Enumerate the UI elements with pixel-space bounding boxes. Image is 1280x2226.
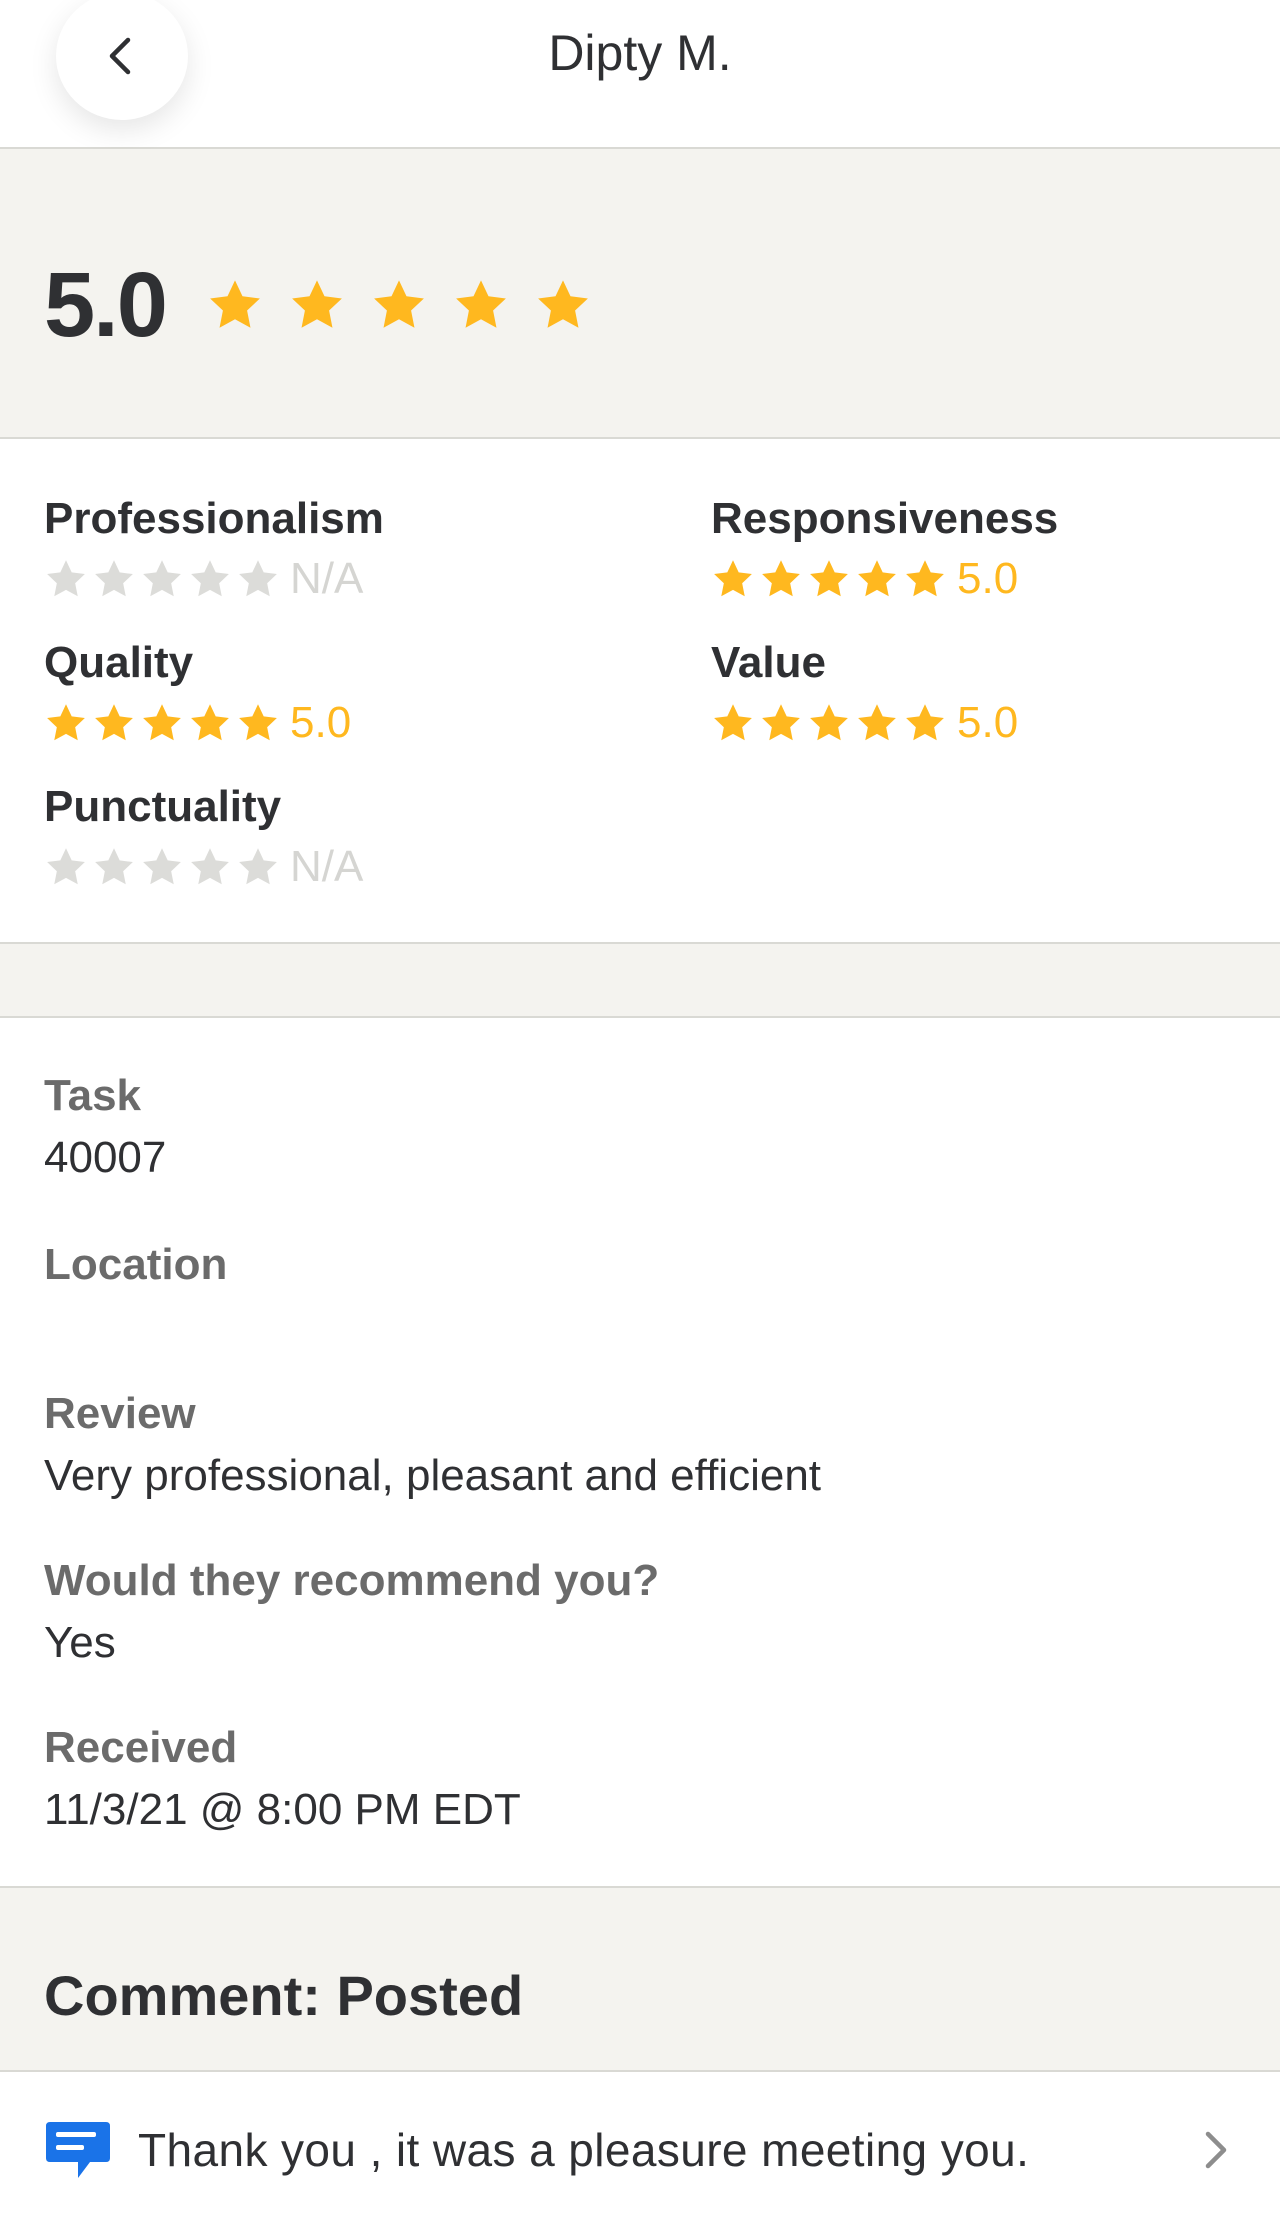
rating-breakdown: Professionalism N/A Responsiveness 5.0 Q… — [0, 439, 1280, 944]
metric-stars — [711, 557, 947, 601]
task-label: Task — [44, 1071, 142, 1120]
metric-responsiveness: Responsiveness 5.0 — [711, 497, 1058, 601]
star-filled-icon — [191, 704, 229, 741]
star-filled-icon — [538, 280, 588, 328]
metric-stars — [44, 701, 280, 745]
message-icon — [46, 2122, 110, 2178]
comment-row[interactable]: Thank you , it was a pleasure meeting yo… — [0, 2072, 1280, 2226]
star-empty-icon — [47, 848, 85, 885]
star-filled-icon — [374, 280, 424, 328]
metric-label: Quality — [44, 638, 194, 687]
metric-stars — [711, 701, 947, 745]
metric-value: 5.0 — [957, 698, 1019, 747]
metric-label: Professionalism — [44, 494, 384, 543]
star-filled-icon — [714, 704, 752, 741]
metric-value: N/A — [290, 554, 364, 603]
star-empty-icon — [239, 560, 277, 597]
star-filled-icon — [210, 280, 260, 328]
star-empty-icon — [191, 560, 229, 597]
metric-value: 5.0 — [290, 698, 352, 747]
recommend-detail: Would they recommend you? Yes — [44, 1559, 659, 1665]
chevron-right-icon — [1205, 2131, 1227, 2169]
star-empty-icon — [143, 560, 181, 597]
task-detail: Task 40007 — [44, 1074, 166, 1180]
star-filled-icon — [810, 560, 848, 597]
metric-punctuality: Punctuality N/A — [44, 785, 363, 889]
received-value: 11/3/21 @ 8:00 PM EDT — [44, 1785, 521, 1834]
task-value: 40007 — [44, 1133, 167, 1182]
star-filled-icon — [858, 560, 896, 597]
overall-score: 5.0 — [44, 254, 168, 356]
star-filled-icon — [858, 704, 896, 741]
star-empty-icon — [95, 560, 133, 597]
metric-label: Value — [711, 638, 826, 687]
star-filled-icon — [292, 280, 342, 328]
recommend-value: Yes — [44, 1618, 116, 1667]
star-empty-icon — [191, 848, 229, 885]
star-filled-icon — [95, 704, 133, 741]
star-filled-icon — [906, 560, 944, 597]
location-label: Location — [44, 1240, 228, 1289]
metric-value: 5.0 — [957, 554, 1019, 603]
star-empty-icon — [239, 848, 277, 885]
review-details: Task 40007 Location Review Very professi… — [0, 1018, 1280, 1888]
metric-label: Punctuality — [44, 782, 282, 831]
metric-stars — [44, 557, 280, 601]
comment-status-title: Comment: Posted — [44, 1964, 524, 2027]
overall-star-rating — [206, 276, 592, 334]
metric-professionalism: Professionalism N/A — [44, 497, 384, 601]
review-detail: Review Very professional, pleasant and e… — [44, 1392, 821, 1498]
star-filled-icon — [456, 280, 506, 328]
star-filled-icon — [906, 704, 944, 741]
location-detail: Location — [44, 1243, 227, 1305]
received-label: Received — [44, 1723, 238, 1772]
received-detail: Received 11/3/21 @ 8:00 PM EDT — [44, 1726, 521, 1832]
star-filled-icon — [714, 560, 752, 597]
top-bar: Dipty M. — [0, 0, 1280, 149]
metric-quality: Quality 5.0 — [44, 641, 351, 745]
star-filled-icon — [762, 704, 800, 741]
metric-label: Responsiveness — [711, 494, 1059, 543]
star-filled-icon — [47, 704, 85, 741]
star-filled-icon — [143, 704, 181, 741]
star-empty-icon — [95, 848, 133, 885]
metric-stars — [44, 845, 280, 889]
star-filled-icon — [239, 704, 277, 741]
star-filled-icon — [810, 704, 848, 741]
recommend-label: Would they recommend you? — [44, 1556, 660, 1605]
star-empty-icon — [47, 560, 85, 597]
section-divider — [0, 944, 1280, 1018]
review-label: Review — [44, 1389, 196, 1438]
page-title: Dipty M. — [548, 25, 732, 81]
metric-value: N/A — [290, 842, 364, 891]
star-filled-icon — [762, 560, 800, 597]
comment-text: Thank you , it was a pleasure meeting yo… — [138, 2124, 1030, 2176]
comment-section-header: Comment: Posted — [0, 1888, 1280, 2072]
star-empty-icon — [143, 848, 181, 885]
overall-rating-section: 5.0 — [0, 149, 1280, 439]
review-text: Very professional, pleasant and efficien… — [44, 1451, 822, 1500]
metric-value-rating: Value 5.0 — [711, 641, 1018, 745]
